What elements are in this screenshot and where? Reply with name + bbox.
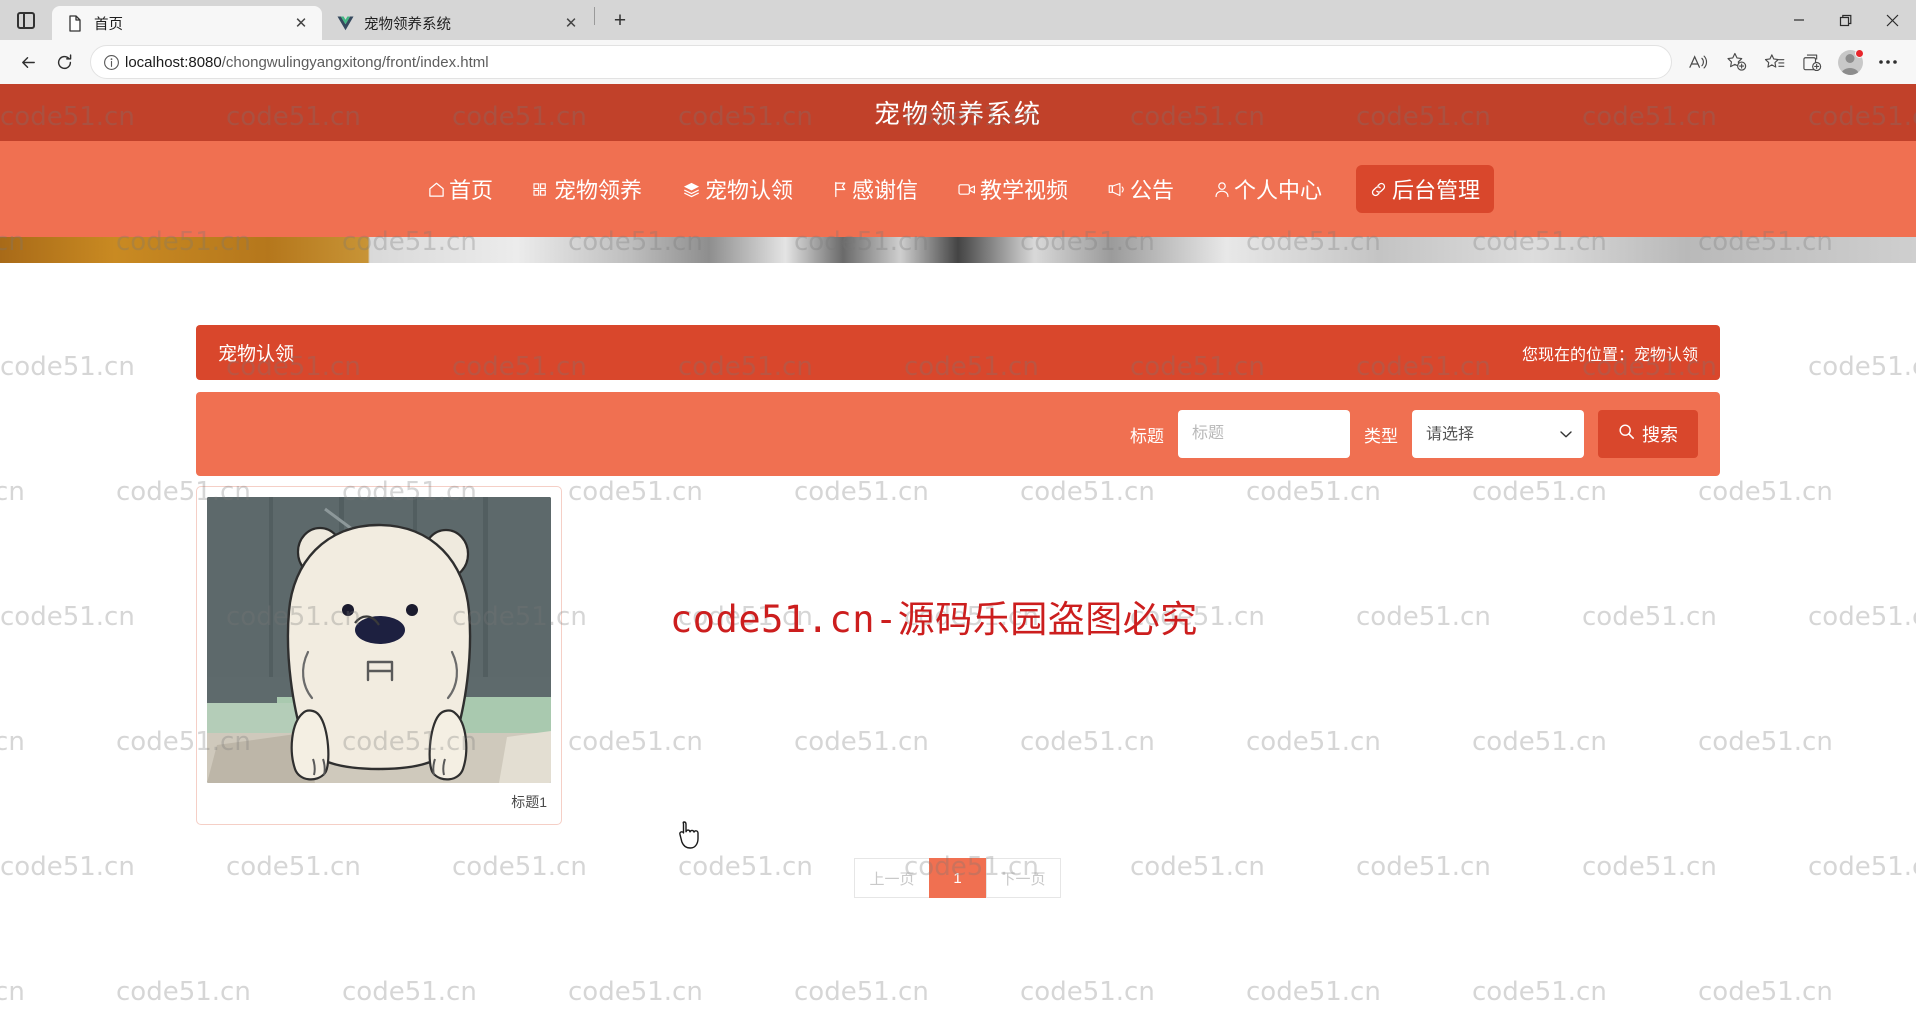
nav-list: 首页 宠物领养 宠物认领 感谢信 教学视频 公告 个人中心 后台管理	[422, 165, 1495, 213]
pagination: 上一页 1 下一页	[196, 858, 1720, 898]
add-favorite-icon[interactable]	[1718, 44, 1754, 80]
nav-label: 首页	[448, 178, 493, 203]
nav-item-pet-adoption[interactable]: 宠物领养	[527, 167, 648, 211]
search-input[interactable]	[1178, 410, 1350, 458]
watermark-text: code51.cn	[116, 977, 251, 1007]
vue-logo-icon	[336, 14, 354, 32]
pagination-next[interactable]: 下一页	[985, 858, 1061, 898]
reload-icon[interactable]	[46, 44, 82, 80]
window-controls	[1775, 0, 1916, 40]
document-icon	[66, 14, 84, 32]
favorites-icon[interactable]	[1756, 44, 1792, 80]
pagination-page-1[interactable]: 1	[928, 858, 987, 898]
browser-titlebar: 首页 ✕ 宠物领养系统 ✕ +	[0, 0, 1916, 40]
browser-window: 首页 ✕ 宠物领养系统 ✕ + localhost:8080/chongwuli…	[0, 0, 1916, 1030]
browser-tab-0[interactable]: 首页 ✕	[52, 6, 322, 40]
main-navigation: 首页 宠物领养 宠物认领 感谢信 教学视频 公告 个人中心 后台管理	[0, 141, 1916, 237]
more-options-icon[interactable]	[1870, 44, 1906, 80]
read-aloud-icon[interactable]	[1680, 44, 1716, 80]
breadcrumb: 宠物认领 您现在的位置：宠物认领	[196, 325, 1720, 380]
profile-avatar-icon[interactable]	[1832, 44, 1868, 80]
nav-label: 感谢信	[851, 178, 918, 203]
watermark-text: code51.cn	[342, 977, 477, 1007]
watermark-text: code51.cn	[1020, 977, 1155, 1007]
title-field-label: 标题	[1130, 426, 1164, 446]
watermark-text: code51.cn	[0, 977, 25, 1007]
card-caption: 标题1	[511, 794, 547, 810]
nav-label: 教学视频	[980, 178, 1069, 203]
tab-list-icon	[17, 11, 35, 29]
nav-label: 宠物认领	[704, 178, 793, 203]
close-icon[interactable]: ✕	[560, 12, 582, 34]
collections-icon[interactable]	[1794, 44, 1830, 80]
search-button-label: 搜索	[1642, 425, 1678, 445]
nav-item-teaching-video[interactable]: 教学视频	[952, 167, 1074, 211]
speaker-icon	[1108, 182, 1126, 197]
search-icon	[1618, 423, 1635, 445]
address-bar[interactable]: localhost:8080/chongwulingyangxitong/fro…	[90, 45, 1672, 79]
home-icon	[428, 181, 445, 198]
watermark-text: code51.cn	[1246, 977, 1381, 1007]
nav-item-announcement[interactable]: 公告	[1102, 167, 1180, 211]
nav-item-home[interactable]: 首页	[422, 167, 499, 211]
nav-item-admin-panel[interactable]: 后台管理	[1356, 165, 1495, 213]
restore-icon[interactable]	[1822, 0, 1869, 40]
address-bar-text: localhost:8080/chongwulingyangxitong/fro…	[125, 54, 489, 71]
close-icon[interactable]: ✕	[290, 12, 312, 34]
card-grid: 标题1	[196, 486, 1720, 825]
nav-label: 公告	[1130, 178, 1175, 203]
mouse-cursor	[676, 820, 702, 855]
close-icon[interactable]	[1869, 0, 1916, 40]
site-header: 宠物领养系统	[0, 84, 1916, 141]
hero-banner-image	[0, 237, 1916, 263]
toolbar-actions	[1680, 44, 1906, 80]
web-page: code51.cn code51.cn code51.cn code51.cn code…	[0, 84, 1916, 1030]
url-host: localhost:8080	[125, 53, 222, 71]
url-path: /chongwulingyangxitong/front/index.html	[221, 53, 489, 71]
minimize-icon[interactable]	[1775, 0, 1822, 40]
nav-label: 个人中心	[1234, 178, 1323, 203]
breadcrumb-position: 您现在的位置：宠物认领	[1521, 346, 1698, 364]
info-circle-icon[interactable]	[97, 48, 125, 76]
pagination-prev[interactable]: 上一页	[854, 858, 930, 898]
watermark-text: code51.cn	[1472, 977, 1607, 1007]
pagination-controls: 上一页 1 下一页	[854, 858, 1061, 898]
nav-item-thanks-letter[interactable]: 感谢信	[827, 167, 924, 211]
type-select[interactable]: 请选择	[1412, 410, 1584, 458]
browser-tab-1[interactable]: 宠物领养系统 ✕	[322, 6, 592, 40]
red-watermark-text: code51.cn-源码乐园盗图必究	[670, 598, 1198, 641]
list-item[interactable]: 标题1	[196, 486, 562, 825]
flag-icon	[833, 181, 848, 198]
layers-icon	[682, 181, 701, 198]
type-field-label: 类型	[1364, 426, 1398, 446]
polar-bear-photo	[207, 497, 551, 783]
watermark-text: code51.cn	[1698, 977, 1833, 1007]
grid-icon	[533, 182, 550, 197]
type-select-wrapper: 请选择	[1412, 410, 1584, 458]
new-tab-button[interactable]: +	[603, 4, 637, 38]
tab-strip: 首页 ✕ 宠物领养系统 ✕ +	[52, 0, 637, 40]
link-icon	[1370, 181, 1387, 198]
notification-dot	[1855, 49, 1864, 58]
search-button[interactable]: 搜索	[1598, 410, 1698, 458]
watermark-text: code51.cn	[568, 977, 703, 1007]
back-arrow-icon[interactable]	[10, 44, 46, 80]
nav-item-pet-claim[interactable]: 宠物认领	[676, 167, 799, 211]
tab-search-button[interactable]	[0, 0, 52, 40]
tab-title: 宠物领养系统	[364, 16, 451, 33]
nav-label: 后台管理	[1392, 178, 1481, 203]
page-title: 宠物领养系统	[873, 99, 1042, 129]
user-icon	[1214, 181, 1230, 198]
tab-divider	[594, 7, 595, 25]
watermark-text: code51.cn	[794, 977, 929, 1007]
nav-label: 宠物领养	[553, 178, 642, 203]
tab-title: 首页	[94, 16, 123, 33]
video-icon	[958, 182, 976, 197]
nav-item-personal-center[interactable]: 个人中心	[1208, 167, 1328, 211]
browser-toolbar: localhost:8080/chongwulingyangxitong/fro…	[0, 40, 1916, 84]
breadcrumb-title: 宠物认领	[218, 344, 295, 365]
search-panel: 标题 类型 请选择 搜索	[196, 392, 1720, 476]
